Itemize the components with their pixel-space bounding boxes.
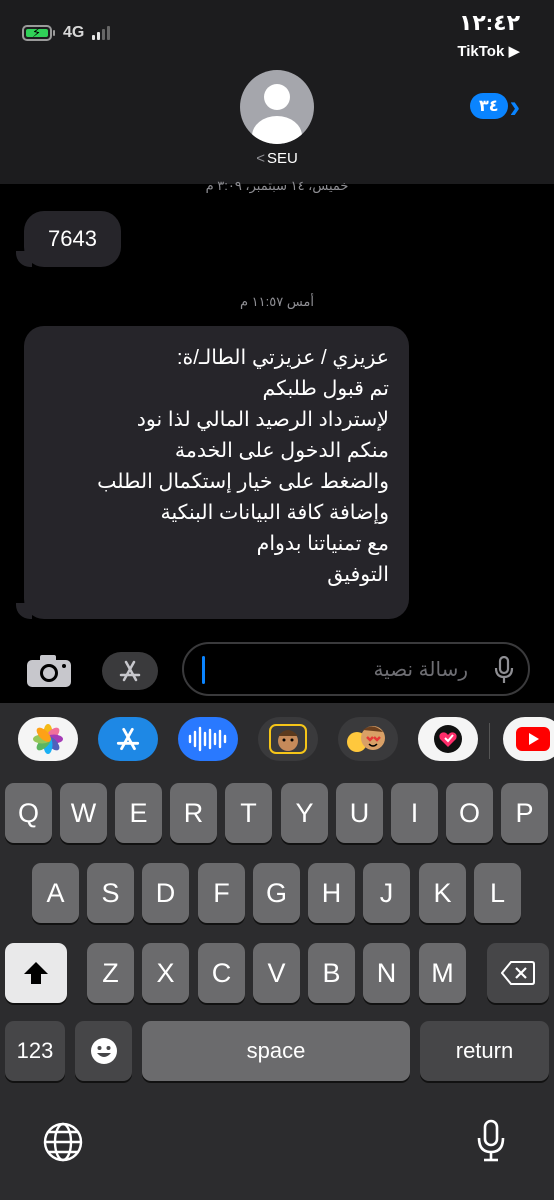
camera-icon <box>27 655 71 687</box>
dictation-icon[interactable] <box>476 1119 506 1163</box>
audio-message-app-button[interactable] <box>178 717 238 761</box>
return-key[interactable]: return <box>420 1021 549 1081</box>
shift-key[interactable] <box>5 943 67 1003</box>
app-drawer <box>0 703 554 781</box>
key-m[interactable]: M <box>419 943 466 1003</box>
memoji-app-button[interactable] <box>258 717 318 761</box>
battery-icon: ⚡ <box>22 25 52 41</box>
emoji-icon <box>90 1038 117 1064</box>
photos-app-button[interactable] <box>18 717 78 761</box>
message-input-placeholder: رسالة نصية <box>373 659 468 681</box>
key-u[interactable]: U <box>336 783 383 843</box>
text-caret <box>202 656 205 684</box>
status-bar-left: ⚡ 4G <box>22 24 111 42</box>
message-bubble[interactable]: 7643 <box>24 211 121 267</box>
contact-name: SEU <box>266 150 298 167</box>
key-b[interactable]: B <box>308 943 355 1003</box>
youtube-icon <box>516 727 550 751</box>
keyboard: Q W E R T Y U I O P A S D F G H J K L Z … <box>0 703 554 1200</box>
back-button[interactable]: ٣٤ › <box>470 88 521 124</box>
animoji-stickers-icon <box>347 726 385 752</box>
app-store-icon <box>116 727 140 751</box>
emoji-key[interactable] <box>75 1021 132 1081</box>
bubble-tail <box>16 603 32 619</box>
battery-nub <box>53 30 55 36</box>
message-bubble[interactable]: عزيزي / عزيزتي الطالـ/ة: تم قبول طلبكم ل… <box>24 326 409 619</box>
digital-touch-app-button[interactable] <box>418 717 478 761</box>
key-f[interactable]: F <box>198 863 245 923</box>
key-h[interactable]: H <box>308 863 355 923</box>
digital-touch-icon <box>434 725 462 753</box>
key-y[interactable]: Y <box>281 783 328 843</box>
stickers-app-button[interactable] <box>338 717 398 761</box>
photos-icon <box>33 724 63 754</box>
bubble-tail <box>16 251 32 267</box>
key-t[interactable]: T <box>225 783 272 843</box>
key-s[interactable]: S <box>87 863 134 923</box>
message-input[interactable]: رسالة نصية <box>182 642 530 696</box>
key-v[interactable]: V <box>253 943 300 1003</box>
back-to-app-link[interactable]: TikTok ▶ <box>457 42 520 60</box>
delete-key[interactable] <box>487 943 549 1003</box>
key-g[interactable]: G <box>253 863 300 923</box>
key-i[interactable]: I <box>391 783 438 843</box>
key-r[interactable]: R <box>170 783 217 843</box>
key-p[interactable]: P <box>501 783 548 843</box>
network-type: 4G <box>63 24 85 41</box>
app-store-icon <box>119 660 141 682</box>
globe-icon[interactable] <box>42 1121 84 1163</box>
key-j[interactable]: J <box>363 863 410 923</box>
key-w[interactable]: W <box>60 783 107 843</box>
space-key[interactable]: space <box>142 1021 410 1081</box>
key-q[interactable]: Q <box>5 783 52 843</box>
memoji-icon <box>269 724 307 754</box>
key-c[interactable]: C <box>198 943 245 1003</box>
key-o[interactable]: O <box>446 783 493 843</box>
message-timestamp: أمس ١١:٥٧ م <box>240 294 314 309</box>
backspace-icon <box>500 961 535 985</box>
microphone-icon <box>494 656 514 683</box>
audio-message-icon <box>188 726 227 752</box>
contact-avatar[interactable] <box>240 70 314 144</box>
conversation-header: ⚡ 4G ١٢:٤٢ TikTok ▶ ٣٤ › < SEU <box>0 0 554 184</box>
key-l[interactable]: L <box>474 863 521 923</box>
key-e[interactable]: E <box>115 783 162 843</box>
status-time: ١٢:٤٢ <box>458 10 520 35</box>
message-timestamp: خميس، ١٤ سبتمبر، ٣:٠٩ م <box>205 178 349 193</box>
app-store-app-button[interactable] <box>98 717 158 761</box>
key-k[interactable]: K <box>419 863 466 923</box>
shift-icon <box>24 962 48 984</box>
numbers-key[interactable]: 123 <box>5 1021 65 1081</box>
key-x[interactable]: X <box>142 943 189 1003</box>
chevron-left-icon: < <box>256 150 265 167</box>
key-z[interactable]: Z <box>87 943 134 1003</box>
key-d[interactable]: D <box>142 863 189 923</box>
key-a[interactable]: A <box>32 863 79 923</box>
contact-name-button[interactable]: < SEU <box>0 150 554 167</box>
apps-button[interactable] <box>102 652 158 690</box>
signal-icon <box>92 26 111 40</box>
key-n[interactable]: N <box>363 943 410 1003</box>
youtube-app-button[interactable] <box>503 717 554 761</box>
chevron-right-icon: › <box>509 88 521 124</box>
camera-button[interactable] <box>26 654 72 688</box>
unread-count-badge: ٣٤ <box>470 93 508 119</box>
app-drawer-divider <box>489 723 490 759</box>
